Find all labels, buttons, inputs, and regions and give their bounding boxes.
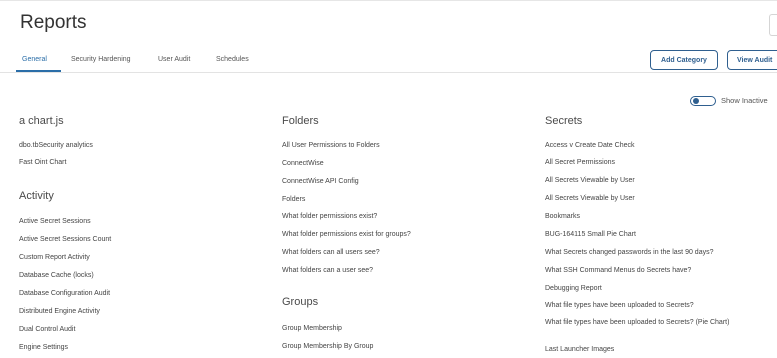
report-link[interactable]: What folder permissions exist for groups… xyxy=(282,230,411,239)
report-link[interactable]: Distributed Engine Activity xyxy=(19,307,100,316)
page-title: Reports xyxy=(20,12,87,33)
tabs-divider xyxy=(0,72,777,73)
report-link[interactable]: What Secrets changed passwords in the la… xyxy=(545,248,713,257)
report-link[interactable]: Last Launcher Images xyxy=(545,345,614,354)
report-link[interactable]: Database Cache (locks) xyxy=(19,271,94,280)
view-audit-button[interactable]: View Audit xyxy=(727,50,777,70)
section-title-secrets: Secrets xyxy=(545,115,583,127)
section-title-folders: Folders xyxy=(282,115,319,127)
report-link[interactable]: Folders xyxy=(282,195,305,204)
report-link[interactable]: What file types have been uploaded to Se… xyxy=(545,301,694,310)
top-divider xyxy=(0,0,777,1)
report-link[interactable]: What folders can all users see? xyxy=(282,248,380,257)
report-link[interactable]: All Secrets Viewable by User xyxy=(545,176,635,185)
tab-schedules[interactable]: Schedules xyxy=(216,56,249,63)
show-inactive-toggle[interactable] xyxy=(690,96,716,106)
report-link[interactable]: Engine Settings xyxy=(19,343,68,352)
report-link[interactable]: Active Secret Sessions Count xyxy=(19,235,111,244)
section-title-chartjs: a chart.js xyxy=(19,115,64,127)
report-link[interactable]: All Secret Permissions xyxy=(545,158,615,167)
report-link[interactable]: Fast Oint Chart xyxy=(19,158,66,167)
add-category-button[interactable]: Add Category xyxy=(650,50,718,70)
report-link[interactable]: What folders can a user see? xyxy=(282,266,373,275)
tab-user-audit[interactable]: User Audit xyxy=(158,56,190,63)
report-link[interactable]: dbo.tbSecurity analytics xyxy=(19,141,93,150)
report-link[interactable]: What file types have been uploaded to Se… xyxy=(545,318,775,327)
header-action-button[interactable] xyxy=(769,14,777,36)
section-title-activity: Activity xyxy=(19,190,54,202)
report-link[interactable]: Active Secret Sessions xyxy=(19,217,91,226)
report-link[interactable]: Bookmarks xyxy=(545,212,580,221)
report-link[interactable]: What SSH Command Menus do Secrets have? xyxy=(545,266,691,275)
section-title-groups: Groups xyxy=(282,296,319,308)
report-link[interactable]: All Secrets Viewable by User xyxy=(545,194,635,203)
report-link[interactable]: Database Configuration Audit xyxy=(19,289,110,298)
report-link[interactable]: Debugging Report xyxy=(545,284,602,293)
report-link[interactable]: Access v Create Date Check xyxy=(545,141,634,150)
report-link[interactable]: Group Membership By Group xyxy=(282,342,373,351)
report-link[interactable]: ConnectWise xyxy=(282,159,324,168)
show-inactive-label: Show Inactive xyxy=(721,96,768,105)
report-link[interactable]: Group Membership xyxy=(282,324,342,333)
tab-security-hardening[interactable]: Security Hardening xyxy=(71,56,131,63)
report-link[interactable]: BUG-164115 Small Pie Chart xyxy=(545,230,636,239)
report-link[interactable]: ConnectWise API Config xyxy=(282,177,359,186)
report-link[interactable]: What folder permissions exist? xyxy=(282,212,377,221)
report-link[interactable]: All User Permissions to Folders xyxy=(282,141,380,150)
report-link[interactable]: Custom Report Activity xyxy=(19,253,90,262)
report-link[interactable]: Dual Control Audit xyxy=(19,325,75,334)
tab-general[interactable]: General xyxy=(22,56,47,63)
reports-page: Reports General Security Hardening User … xyxy=(0,0,777,358)
toggle-knob xyxy=(693,98,699,104)
